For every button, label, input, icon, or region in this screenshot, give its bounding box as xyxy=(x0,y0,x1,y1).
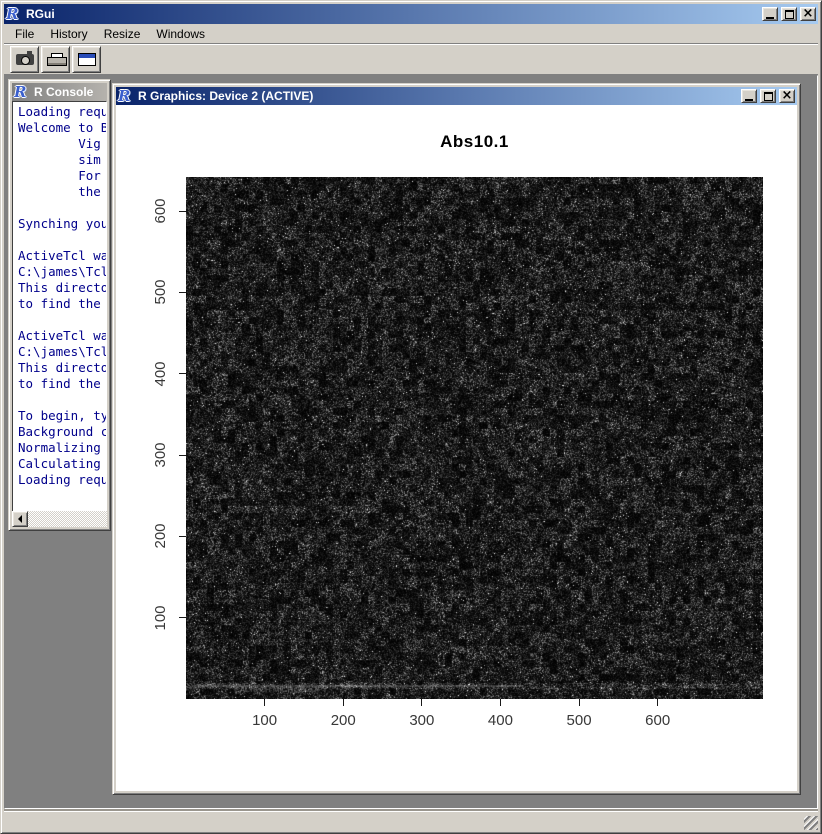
minimize-button[interactable] xyxy=(762,7,778,21)
menu-resize[interactable]: Resize xyxy=(96,25,149,43)
window-button[interactable] xyxy=(72,46,101,73)
console-line: Vig xyxy=(18,136,106,152)
x-tick xyxy=(657,699,658,706)
close-icon: × xyxy=(782,91,793,101)
menubar: File History Resize Windows xyxy=(4,24,818,43)
x-tick-label: 300 xyxy=(397,712,447,729)
y-tick-label: 300 xyxy=(152,425,168,485)
console-line: to find the xyxy=(18,376,106,392)
window-title: RGui xyxy=(26,7,759,21)
plot-image xyxy=(186,177,763,699)
resize-grip[interactable] xyxy=(804,816,818,830)
window-icon xyxy=(78,53,96,66)
x-tick-label: 100 xyxy=(240,712,290,729)
x-tick-label: 500 xyxy=(554,712,604,729)
graphics-close-button[interactable]: × xyxy=(779,89,795,103)
y-tick-label: 200 xyxy=(152,506,168,566)
printer-icon xyxy=(47,53,65,66)
close-button[interactable]: × xyxy=(800,7,816,21)
console-line: Calculating xyxy=(18,456,106,472)
console-line: to find the xyxy=(18,296,106,312)
console-line xyxy=(18,200,106,216)
console-line: To begin, ty xyxy=(18,408,106,424)
console-line: ActiveTcl wa xyxy=(18,328,106,344)
maximize-button[interactable] xyxy=(781,7,797,21)
minimize-icon xyxy=(766,17,774,19)
console-line: Welcome to B xyxy=(18,120,106,136)
y-tick-label: 400 xyxy=(152,344,168,404)
y-tick-label: 100 xyxy=(152,588,168,648)
plot-title: Abs10.1 xyxy=(186,132,763,152)
graphics-minimize-button[interactable] xyxy=(741,89,757,103)
rgui-window: R RGui × File History Resize Windows R R… xyxy=(0,0,822,834)
print-button[interactable] xyxy=(41,46,70,73)
console-line xyxy=(18,312,106,328)
console-line: sim xyxy=(18,152,106,168)
graphics-titlebar[interactable]: R R Graphics: Device 2 (ACTIVE) × xyxy=(116,87,797,105)
x-tick xyxy=(500,699,501,706)
close-icon: × xyxy=(803,9,814,19)
console-window: R R Console Loading requWelcome to B Vig… xyxy=(8,79,111,531)
graphics-title: R Graphics: Device 2 (ACTIVE) xyxy=(138,89,738,103)
menu-file[interactable]: File xyxy=(7,25,42,43)
console-line: This directo xyxy=(18,360,106,376)
console-line: Synching you xyxy=(18,216,106,232)
y-tick xyxy=(179,211,186,212)
x-tick xyxy=(579,699,580,706)
graphics-window: R R Graphics: Device 2 (ACTIVE) × Abs10.… xyxy=(112,83,801,795)
menu-windows[interactable]: Windows xyxy=(148,25,213,43)
scroll-left-icon xyxy=(18,515,22,523)
console-titlebar[interactable]: R R Console xyxy=(12,83,107,101)
y-tick xyxy=(179,617,186,618)
snapshot-button[interactable] xyxy=(10,46,39,73)
console-line: the xyxy=(18,184,106,200)
x-tick xyxy=(343,699,344,706)
camera-icon xyxy=(16,54,34,65)
r-app-icon: R xyxy=(6,7,23,22)
menu-history[interactable]: History xyxy=(42,25,95,43)
console-line: Loading requ xyxy=(18,104,106,120)
console-title: R Console xyxy=(34,85,105,99)
y-tick xyxy=(179,292,186,293)
console-line: For xyxy=(18,168,106,184)
maximize-icon xyxy=(764,92,773,101)
console-output[interactable]: Loading requWelcome to B Vig sim For the… xyxy=(12,101,107,511)
console-line xyxy=(18,392,106,408)
x-tick-label: 400 xyxy=(475,712,525,729)
console-line: Background c xyxy=(18,424,106,440)
console-hscrollbar[interactable] xyxy=(12,511,107,527)
statusbar xyxy=(4,811,818,830)
console-line: ActiveTcl wa xyxy=(18,248,106,264)
r-graphics-icon: R xyxy=(118,89,135,104)
toolbar xyxy=(4,43,818,75)
y-tick xyxy=(179,455,186,456)
maximize-icon xyxy=(785,10,794,19)
console-line: C:\james\Tcl xyxy=(18,264,106,280)
mdi-workspace: R R Console Loading requWelcome to B Vig… xyxy=(4,75,818,809)
plot-client-area: Abs10.1 100200300400500600 1002003004005… xyxy=(116,105,797,791)
console-line: This directo xyxy=(18,280,106,296)
y-tick xyxy=(179,373,186,374)
y-tick xyxy=(179,536,186,537)
x-tick xyxy=(264,699,265,706)
y-tick-label: 500 xyxy=(152,262,168,322)
console-line xyxy=(18,232,106,248)
console-line: Normalizing xyxy=(18,440,106,456)
y-tick-label: 600 xyxy=(152,181,168,241)
scroll-left-button[interactable] xyxy=(12,511,28,527)
main-titlebar[interactable]: R RGui × xyxy=(4,4,818,24)
console-line: Loading requ xyxy=(18,472,106,488)
graphics-maximize-button[interactable] xyxy=(760,89,776,103)
minimize-icon xyxy=(745,99,753,101)
console-text: Loading requWelcome to B Vig sim For the… xyxy=(18,104,106,511)
plot-area: 100200300400500600 100200300400500600 xyxy=(186,177,763,699)
x-tick-label: 200 xyxy=(318,712,368,729)
r-console-icon: R xyxy=(14,85,31,100)
x-tick xyxy=(421,699,422,706)
x-tick-label: 600 xyxy=(633,712,683,729)
console-line: C:\james\Tcl xyxy=(18,344,106,360)
